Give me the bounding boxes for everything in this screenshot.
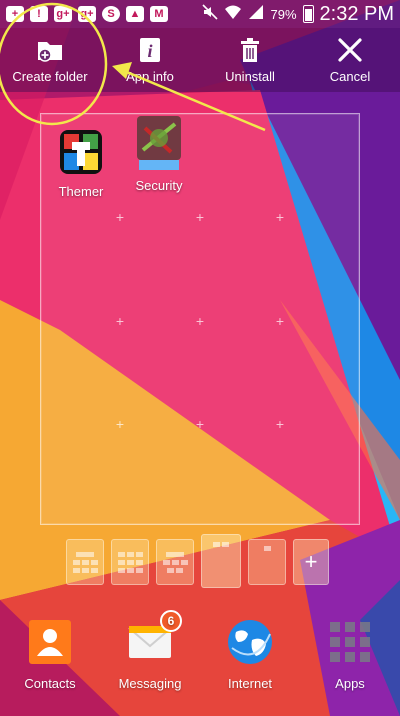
- svg-text:i: i: [147, 41, 152, 61]
- apps-label: Apps: [335, 676, 365, 691]
- battery-icon: [302, 5, 314, 23]
- messaging-icon-wrap: 6: [126, 610, 182, 666]
- plus-icon: +: [6, 6, 24, 22]
- page-thumbnail[interactable]: [66, 539, 104, 585]
- empty-cell-marker: +: [275, 416, 285, 432]
- themer-icon: [60, 130, 102, 174]
- page-thumbnail[interactable]: [111, 539, 149, 585]
- app-info-button[interactable]: i App info: [100, 28, 200, 92]
- wifi-icon: [224, 4, 242, 25]
- empty-cell-marker: +: [195, 313, 205, 329]
- battery-percent: 79%: [270, 6, 297, 22]
- add-page-button[interactable]: +: [293, 539, 329, 585]
- status-bar: + ! g+ g+ S ▲ M 79% 2:32 PM: [0, 0, 400, 28]
- clock: 2:32 PM: [319, 2, 394, 25]
- app-security[interactable]: Security: [127, 114, 191, 193]
- empty-cell-marker: +: [195, 416, 205, 432]
- dock-item-apps[interactable]: Apps: [305, 618, 395, 691]
- dock: Contacts 6 Messaging Internet Apps: [0, 604, 400, 716]
- google-plus-icon: g+: [54, 6, 72, 22]
- empty-cell-marker: +: [115, 416, 125, 432]
- cancel-button[interactable]: Cancel: [300, 28, 400, 92]
- empty-cell-marker: +: [275, 209, 285, 225]
- create-folder-icon: [36, 37, 64, 63]
- cancel-label: Cancel: [329, 68, 371, 84]
- create-folder-button[interactable]: Create folder: [0, 28, 100, 92]
- uninstall-label: Uninstall: [225, 68, 275, 84]
- internet-label: Internet: [227, 676, 273, 691]
- page-thumbnail[interactable]: [248, 539, 286, 585]
- page-thumbnail-active[interactable]: [201, 534, 241, 588]
- uninstall-button[interactable]: Uninstall: [200, 28, 300, 92]
- empty-cell-marker: +: [195, 209, 205, 225]
- security-icon: [137, 116, 181, 170]
- home-screen-panel[interactable]: Themer Security + + + + + + + + +: [40, 113, 360, 525]
- empty-cell-marker: +: [275, 313, 285, 329]
- notification-icons: + ! g+ g+ S ▲ M: [6, 6, 168, 22]
- security-label: Security: [135, 178, 183, 193]
- trash-icon: [238, 37, 262, 63]
- google-plus-icon: g+: [78, 6, 96, 22]
- messaging-label: Messaging: [118, 676, 182, 691]
- image-icon: ▲: [126, 6, 144, 22]
- page-thumbnail[interactable]: [156, 539, 194, 585]
- contacts-icon: [29, 620, 71, 664]
- sync-icon: S: [102, 6, 120, 22]
- dock-item-messaging[interactable]: 6 Messaging: [105, 610, 195, 691]
- empty-cell-marker: +: [115, 313, 125, 329]
- signal-icon: [248, 4, 264, 25]
- close-icon: [337, 37, 363, 63]
- globe-icon: [228, 620, 272, 664]
- app-themer[interactable]: Themer: [49, 128, 113, 199]
- edit-action-bar: Create folder i App info Uninstall Cance…: [0, 28, 400, 92]
- dock-item-internet[interactable]: Internet: [205, 618, 295, 691]
- empty-cell-marker: +: [115, 209, 125, 225]
- mail-icon: M: [150, 6, 168, 22]
- unread-badge: 6: [160, 610, 182, 632]
- info-icon: i: [138, 37, 162, 63]
- page-thumbnails: +: [66, 534, 329, 588]
- app-info-label: App info: [126, 68, 174, 84]
- create-folder-label: Create folder: [12, 68, 88, 84]
- dock-item-contacts[interactable]: Contacts: [5, 618, 95, 691]
- warning-icon: !: [30, 6, 48, 22]
- themer-label: Themer: [58, 184, 104, 199]
- contacts-label: Contacts: [24, 676, 76, 691]
- mute-icon: [202, 3, 219, 25]
- apps-grid-icon: [330, 622, 370, 662]
